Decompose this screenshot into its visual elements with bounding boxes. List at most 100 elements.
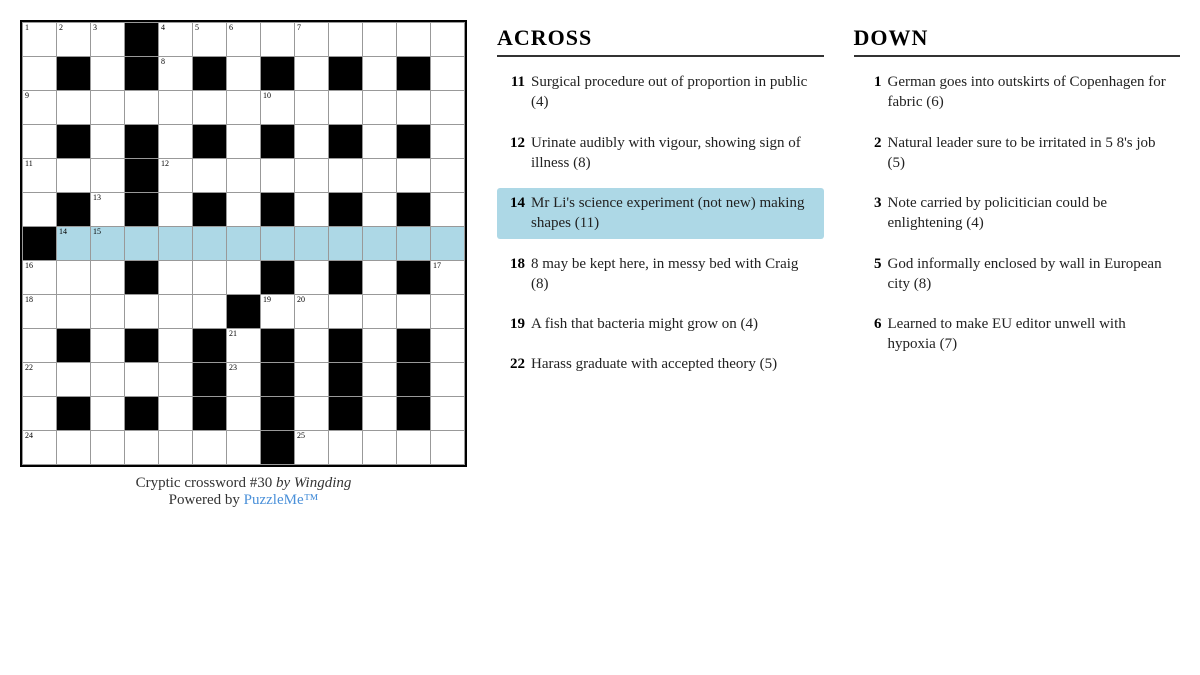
cell-r8-c2[interactable] <box>91 295 125 329</box>
cell-r6-c5[interactable] <box>193 227 227 261</box>
cell-r9-c6[interactable]: 21 <box>227 329 261 363</box>
cell-r7-c10[interactable] <box>363 261 397 295</box>
cell-r9-c4[interactable] <box>159 329 193 363</box>
cell-r9-c2[interactable] <box>91 329 125 363</box>
across-clue-19[interactable]: 19A fish that bacteria might grow on (4) <box>497 309 824 339</box>
cell-r4-c7[interactable] <box>261 159 295 193</box>
cell-r12-c4[interactable] <box>159 431 193 465</box>
cell-r2-c1[interactable] <box>57 91 91 125</box>
cell-r3-c0[interactable] <box>23 125 57 159</box>
cell-r2-c5[interactable] <box>193 91 227 125</box>
cell-r4-c8[interactable] <box>295 159 329 193</box>
cell-r12-c10[interactable] <box>363 431 397 465</box>
cell-r11-c10[interactable] <box>363 397 397 431</box>
cell-r8-c5[interactable] <box>193 295 227 329</box>
across-clue-11[interactable]: 11Surgical procedure out of proportion i… <box>497 67 824 118</box>
cell-r6-c9[interactable] <box>329 227 363 261</box>
cell-r5-c6[interactable] <box>227 193 261 227</box>
cell-r7-c2[interactable] <box>91 261 125 295</box>
cell-r8-c11[interactable] <box>397 295 431 329</box>
cell-r3-c2[interactable] <box>91 125 125 159</box>
cell-r0-c11[interactable] <box>397 23 431 57</box>
cell-r0-c2[interactable]: 3 <box>91 23 125 57</box>
down-clue-5[interactable]: 5God informally enclosed by wall in Euro… <box>854 249 1181 300</box>
cell-r11-c4[interactable] <box>159 397 193 431</box>
cell-r4-c11[interactable] <box>397 159 431 193</box>
cell-r8-c7[interactable]: 19 <box>261 295 295 329</box>
cell-r2-c11[interactable] <box>397 91 431 125</box>
cell-r10-c8[interactable] <box>295 363 329 397</box>
cell-r10-c2[interactable] <box>91 363 125 397</box>
cell-r7-c4[interactable] <box>159 261 193 295</box>
cell-r5-c4[interactable] <box>159 193 193 227</box>
cell-r4-c5[interactable] <box>193 159 227 193</box>
puzzleme-link[interactable]: PuzzleMe™ <box>244 492 319 508</box>
cell-r6-c11[interactable] <box>397 227 431 261</box>
cell-r2-c2[interactable] <box>91 91 125 125</box>
cell-r10-c6[interactable]: 23 <box>227 363 261 397</box>
cell-r3-c12[interactable] <box>431 125 465 159</box>
cell-r7-c0[interactable]: 16 <box>23 261 57 295</box>
cell-r2-c3[interactable] <box>125 91 159 125</box>
cell-r5-c10[interactable] <box>363 193 397 227</box>
cell-r5-c12[interactable] <box>431 193 465 227</box>
cell-r10-c0[interactable]: 22 <box>23 363 57 397</box>
cell-r2-c4[interactable] <box>159 91 193 125</box>
cell-r4-c6[interactable] <box>227 159 261 193</box>
down-clue-6[interactable]: 6Learned to make EU editor unwell with h… <box>854 309 1181 360</box>
cell-r8-c12[interactable] <box>431 295 465 329</box>
cell-r3-c8[interactable] <box>295 125 329 159</box>
down-clue-3[interactable]: 3Note carried by policitician could be e… <box>854 188 1181 239</box>
cell-r0-c12[interactable] <box>431 23 465 57</box>
cell-r12-c6[interactable] <box>227 431 261 465</box>
cell-r0-c7[interactable] <box>261 23 295 57</box>
across-clue-22[interactable]: 22Harass graduate with accepted theory (… <box>497 349 824 379</box>
cell-r10-c10[interactable] <box>363 363 397 397</box>
cell-r1-c6[interactable] <box>227 57 261 91</box>
down-clue-1[interactable]: 1German goes into outskirts of Copenhage… <box>854 67 1181 118</box>
cell-r11-c12[interactable] <box>431 397 465 431</box>
cell-r12-c11[interactable] <box>397 431 431 465</box>
cell-r12-c1[interactable] <box>57 431 91 465</box>
cell-r9-c12[interactable] <box>431 329 465 363</box>
cell-r10-c4[interactable] <box>159 363 193 397</box>
cell-r7-c12[interactable]: 17 <box>431 261 465 295</box>
cell-r12-c5[interactable] <box>193 431 227 465</box>
cell-r4-c0[interactable]: 11 <box>23 159 57 193</box>
cell-r4-c4[interactable]: 12 <box>159 159 193 193</box>
across-clue-12[interactable]: 12Urinate audibly with vigour, showing s… <box>497 128 824 179</box>
cell-r2-c8[interactable] <box>295 91 329 125</box>
cell-r2-c10[interactable] <box>363 91 397 125</box>
cell-r0-c6[interactable]: 6 <box>227 23 261 57</box>
cell-r11-c2[interactable] <box>91 397 125 431</box>
down-clue-2[interactable]: 2Natural leader sure to be irritated in … <box>854 128 1181 179</box>
cell-r4-c12[interactable] <box>431 159 465 193</box>
across-clue-14[interactable]: 14Mr Li's science experiment (not new) m… <box>497 188 824 239</box>
cell-r1-c4[interactable]: 8 <box>159 57 193 91</box>
cell-r1-c12[interactable] <box>431 57 465 91</box>
cell-r5-c8[interactable] <box>295 193 329 227</box>
cell-r0-c4[interactable]: 4 <box>159 23 193 57</box>
cell-r6-c6[interactable] <box>227 227 261 261</box>
across-clue-18[interactable]: 188 may be kept here, in messy bed with … <box>497 249 824 300</box>
cell-r8-c0[interactable]: 18 <box>23 295 57 329</box>
cell-r4-c1[interactable] <box>57 159 91 193</box>
cell-r2-c0[interactable]: 9 <box>23 91 57 125</box>
cell-r2-c12[interactable] <box>431 91 465 125</box>
cell-r11-c0[interactable] <box>23 397 57 431</box>
cell-r8-c8[interactable]: 20 <box>295 295 329 329</box>
cell-r4-c10[interactable] <box>363 159 397 193</box>
cell-r0-c1[interactable]: 2 <box>57 23 91 57</box>
cell-r3-c6[interactable] <box>227 125 261 159</box>
cell-r10-c12[interactable] <box>431 363 465 397</box>
cell-r0-c9[interactable] <box>329 23 363 57</box>
cell-r1-c0[interactable] <box>23 57 57 91</box>
cell-r11-c8[interactable] <box>295 397 329 431</box>
cell-r6-c7[interactable] <box>261 227 295 261</box>
cell-r6-c3[interactable] <box>125 227 159 261</box>
cell-r6-c1[interactable]: 14 <box>57 227 91 261</box>
cell-r0-c0[interactable]: 1 <box>23 23 57 57</box>
cell-r6-c8[interactable] <box>295 227 329 261</box>
cell-r8-c10[interactable] <box>363 295 397 329</box>
cell-r6-c4[interactable] <box>159 227 193 261</box>
